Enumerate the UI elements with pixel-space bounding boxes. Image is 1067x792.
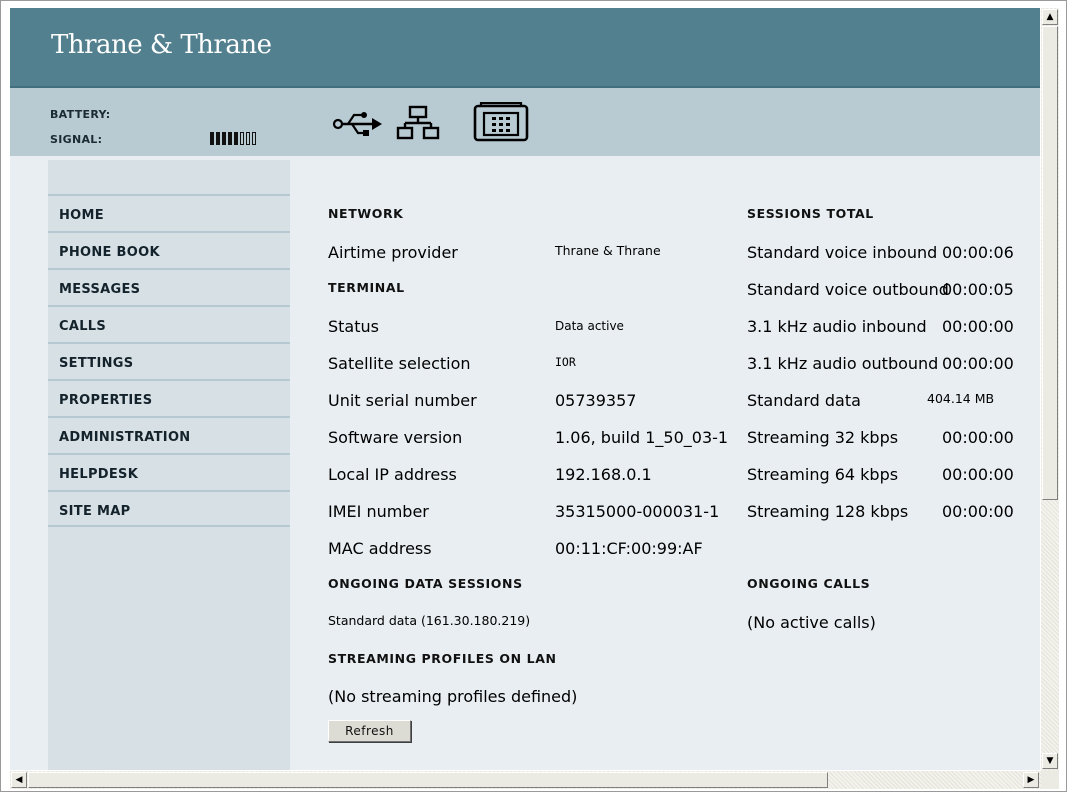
signal-strength-meter [210,132,256,145]
ongoing-data-heading: ONGOING DATA SESSIONS [328,576,523,591]
terminal-row-label: Unit serial number [328,391,477,410]
usb-icon [332,105,384,141]
signal-label: SIGNAL: [50,133,103,146]
streaming-profiles-text: (No streaming profiles defined) [328,687,578,706]
sidebar-item-site-map[interactable]: SITE MAP [48,490,290,527]
sidebar-item-phone-book[interactable]: PHONE BOOK [48,231,290,268]
web-page: Thrane & Thrane BATTERY: SIGNAL: HOME PH… [10,8,1040,770]
session-row-label: Streaming 32 kbps [747,428,899,447]
terminal-row-value: 192.168.0.1 [555,465,652,484]
signal-bar [246,132,250,145]
session-row-value: 00:00:00 [942,317,1014,336]
vertical-scrollbar[interactable]: ▲ ▼ [1041,8,1059,771]
horizontal-scrollbar[interactable]: ◀ ▶ [10,771,1041,789]
scroll-down-button[interactable]: ▼ [1042,753,1058,769]
sessions-total-heading: SESSIONS TOTAL [747,206,874,221]
terminal-row-value: 00:11:CF:00:99:AF [555,539,703,558]
terminal-row-label: IMEI number [328,502,429,521]
sidebar-item-settings[interactable]: SETTINGS [48,342,290,379]
session-row-value: 404.14 MB [927,391,995,406]
signal-bar [222,132,226,145]
ongoing-data-session: Standard data (161.30.180.219) [328,613,531,628]
sidebar-item-messages[interactable]: MESSAGES [48,268,290,305]
airtime-provider-value: Thrane & Thrane [555,243,661,258]
session-row-value: 00:00:06 [942,243,1014,262]
signal-bar [210,132,214,145]
telephone-icon [472,102,530,142]
session-row-label: Streaming 64 kbps [747,465,899,484]
signal-bar [240,132,244,145]
signal-bar [234,132,238,145]
terminal-row-value: Data active [555,319,624,333]
scroll-left-button[interactable]: ◀ [11,772,27,788]
session-row-label: Standard data [747,391,861,410]
battery-label: BATTERY: [50,108,111,121]
terminal-heading: TERMINAL [328,280,405,295]
terminal-row-value: 05739357 [555,391,637,410]
sidebar-item-helpdesk[interactable]: HELPDESK [48,453,290,490]
terminal-row-label: Local IP address [328,465,457,484]
signal-bar [252,132,256,145]
lan-icon [396,105,440,141]
terminal-row-value: 1.06, build 1_50_03-1 [555,428,729,447]
refresh-button[interactable]: Refresh [328,720,411,742]
session-row-label: 3.1 kHz audio outbound [747,354,939,373]
terminal-row-label: Status [328,317,379,336]
network-heading: NETWORK [328,206,404,221]
session-row-label: Streaming 128 kbps [747,502,909,521]
sidebar-nav: HOME PHONE BOOK MESSAGES CALLS SETTINGS … [48,160,290,770]
session-row-value: 00:00:00 [942,354,1014,373]
session-row-label: Standard voice inbound [747,243,938,262]
streaming-profiles-heading: STREAMING PROFILES ON LAN [328,651,557,666]
sidebar-item-administration[interactable]: ADMINISTRATION [48,416,290,453]
horizontal-scroll-thumb[interactable] [28,772,828,788]
terminal-row-label: Satellite selection [328,354,471,373]
session-row-value: 00:00:00 [942,428,1014,447]
terminal-row-label: Software version [328,428,463,447]
terminal-row-label: MAC address [328,539,432,558]
header-bar: Thrane & Thrane [10,8,1040,88]
session-row-value: 00:00:00 [942,502,1014,521]
ongoing-calls-text: (No active calls) [747,613,876,632]
scroll-up-button[interactable]: ▲ [1042,9,1058,25]
signal-bar [228,132,232,145]
terminal-row-value: IOR [555,355,576,369]
sidebar-item-properties[interactable]: PROPERTIES [48,379,290,416]
session-row-value: 00:00:05 [942,280,1014,299]
scrollbar-corner [1041,771,1059,789]
ongoing-calls-heading: ONGOING CALLS [747,576,871,591]
sidebar-item-home[interactable]: HOME [48,194,290,231]
vertical-scroll-thumb[interactable] [1042,26,1058,500]
brand-logo: Thrane & Thrane [51,30,272,60]
signal-bar [216,132,220,145]
session-row-value: 00:00:00 [942,465,1014,484]
session-row-label: 3.1 kHz audio inbound [747,317,927,336]
session-row-label: Standard voice outbound [747,280,949,299]
status-bar: BATTERY: SIGNAL: [10,88,1040,156]
scroll-right-button[interactable]: ▶ [1023,772,1039,788]
airtime-provider-label: Airtime provider [328,243,458,262]
sidebar-item-calls[interactable]: CALLS [48,305,290,342]
terminal-row-value: 35315000-000031-1 [555,502,720,521]
